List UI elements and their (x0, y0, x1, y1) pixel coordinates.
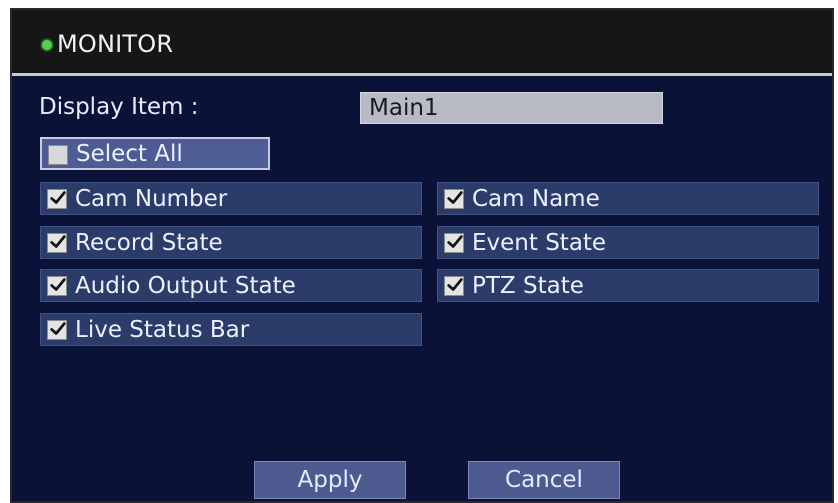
checkmark-icon (447, 191, 463, 204)
cancel-button[interactable]: Cancel (468, 461, 620, 499)
ptz-state-label: PTZ State (472, 273, 584, 299)
checkmark-icon (50, 191, 66, 204)
apply-button[interactable]: Apply (254, 461, 406, 499)
option-ptz-state[interactable]: PTZ State (437, 269, 819, 302)
option-audio-output-state[interactable]: Audio Output State (40, 269, 422, 302)
option-cam-name[interactable]: Cam Name (437, 182, 819, 215)
cam-name-label: Cam Name (472, 186, 600, 212)
option-live-status-bar[interactable]: Live Status Bar (40, 313, 422, 346)
dialog-content: Display Item : Main1 Select All Cam Numb… (12, 76, 832, 501)
checkmark-icon (447, 235, 463, 248)
audio-output-state-checkbox[interactable] (47, 276, 67, 296)
option-cam-number[interactable]: Cam Number (40, 182, 422, 215)
checkmark-icon (50, 322, 66, 335)
event-state-checkbox[interactable] (444, 233, 464, 253)
event-state-label: Event State (472, 230, 607, 256)
cam-number-checkbox[interactable] (47, 189, 67, 209)
ptz-state-checkbox[interactable] (444, 276, 464, 296)
audio-output-state-label: Audio Output State (75, 273, 296, 299)
select-all-checkbox[interactable] (48, 145, 68, 165)
record-state-checkbox[interactable] (47, 233, 67, 253)
checkmark-icon (447, 278, 463, 291)
select-all-option[interactable]: Select All (40, 137, 270, 170)
checkmark-icon (50, 278, 66, 291)
cam-name-checkbox[interactable] (444, 189, 464, 209)
checkmark-icon (50, 235, 66, 248)
live-status-bar-checkbox[interactable] (47, 320, 67, 340)
live-status-bar-label: Live Status Bar (75, 317, 250, 343)
display-item-select[interactable]: Main1 (360, 92, 663, 124)
title-bar: MONITOR (12, 10, 832, 76)
option-record-state[interactable]: Record State (40, 226, 422, 259)
option-event-state[interactable]: Event State (437, 226, 819, 259)
dialog-title: MONITOR (57, 30, 174, 58)
display-item-label: Display Item : (39, 94, 199, 120)
select-all-label: Select All (76, 141, 183, 167)
cam-number-label: Cam Number (75, 186, 228, 212)
monitor-dialog: MONITOR Display Item : Main1 Select All … (10, 8, 834, 503)
status-indicator-icon (42, 40, 52, 50)
record-state-label: Record State (75, 230, 223, 256)
